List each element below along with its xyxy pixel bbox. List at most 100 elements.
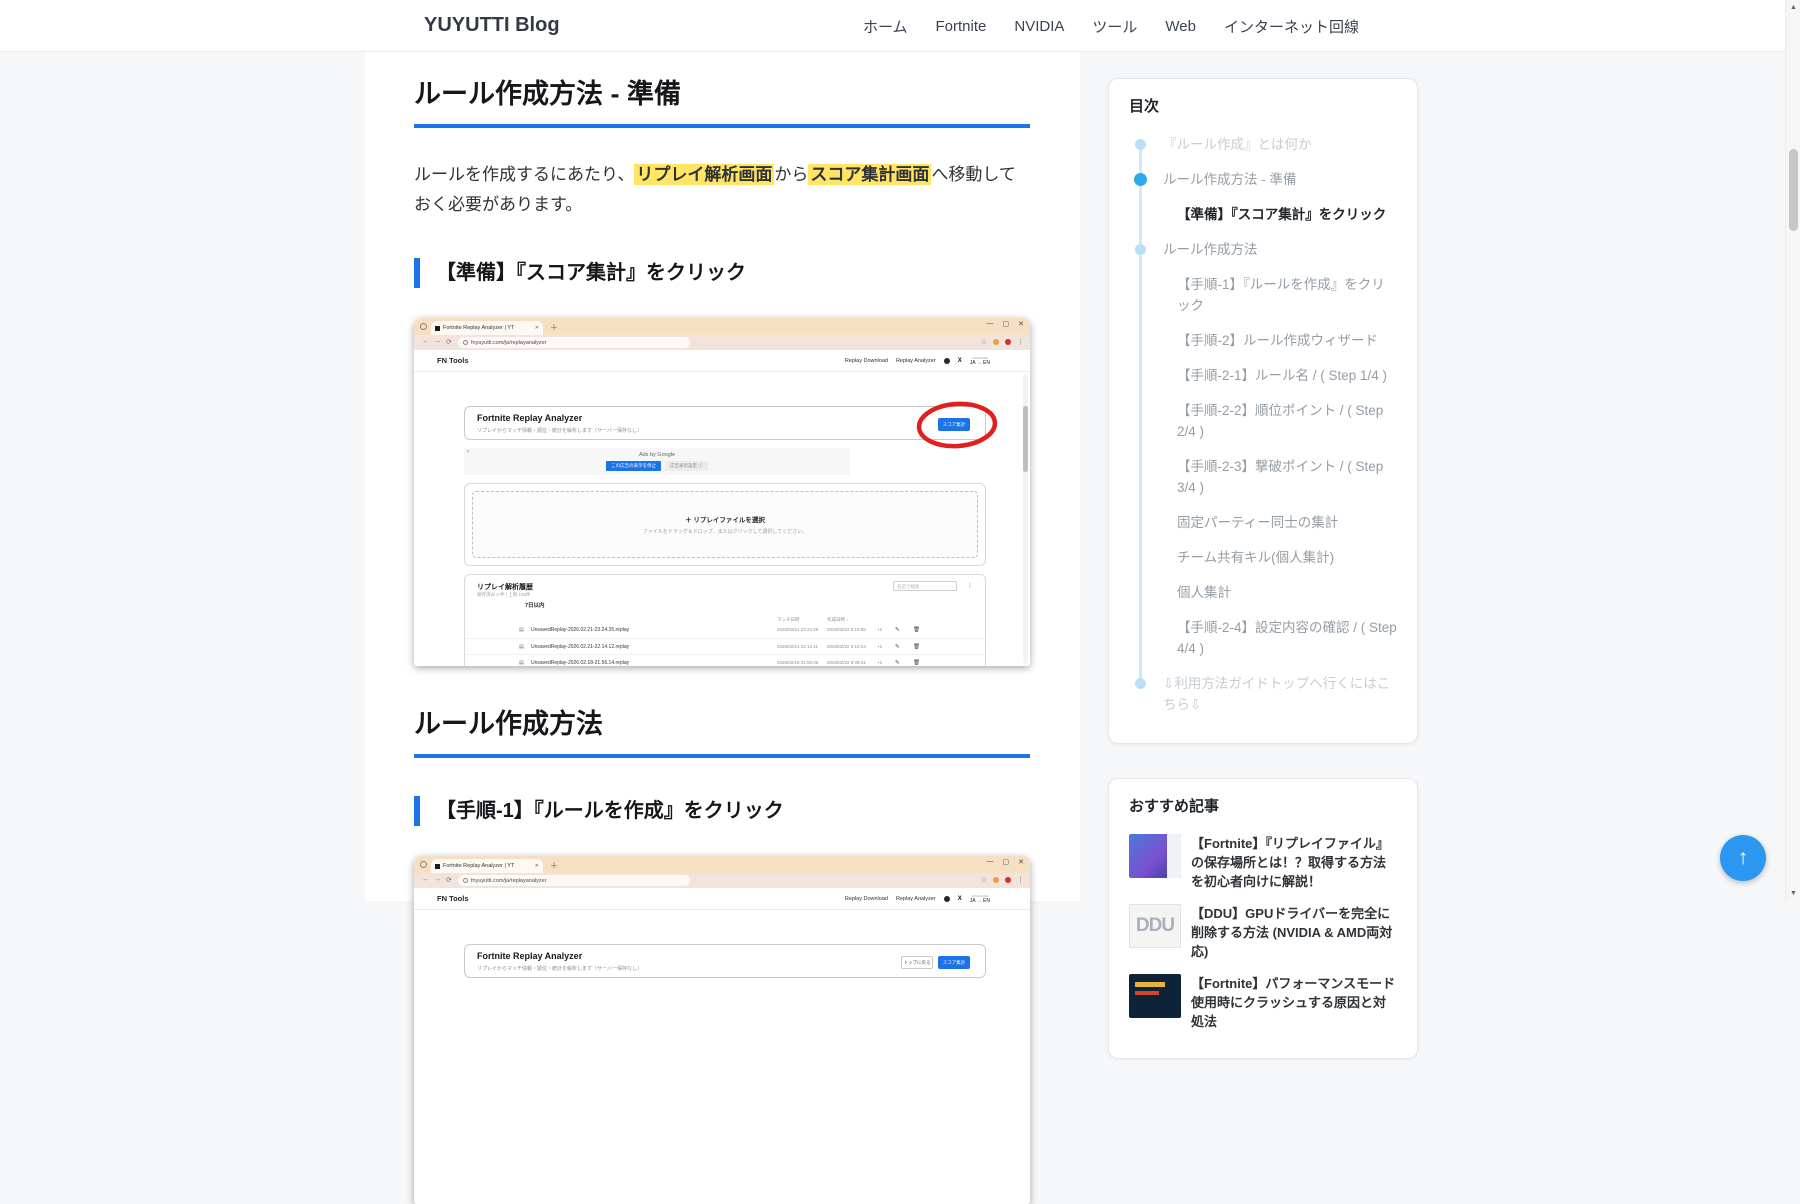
x-social-icon: X: [958, 896, 962, 902]
maximize-icon: ▢: [1003, 320, 1010, 328]
browser-url-bar: ← → ⟳ fnyuyutti.com/ja/replayanalyzer ☆ …: [414, 873, 1030, 888]
ad-label: Ads by Google: [464, 452, 850, 458]
history-row: ▤ UnsavedReplay-2026.02.21-23.24.35.repl…: [465, 622, 985, 638]
toc-item[interactable]: 『ルール作成』とは何か: [1129, 134, 1397, 155]
replay-file-name: UnsavedReplay-2026.02.21-23.24.35.replay: [531, 627, 629, 633]
toc-item[interactable]: 【手順-2-2】順位ポイント / ( Step 2/4 ): [1129, 400, 1397, 442]
tab-title: Fortnite Replay Analyzer | YT: [443, 325, 532, 331]
step-heading-prep-click: 【準備】『スコア集計』をクリック: [414, 258, 1030, 288]
toc-item[interactable]: 【手順-2-3】撃破ポイント / ( Step 3/4 ): [1129, 456, 1397, 498]
created-date: 2026/02/22 5:10:14: [827, 644, 866, 649]
url-text: fnyuyutti.com/ja/replayanalyzer: [471, 340, 547, 346]
url-text: fnyuyutti.com/ja/replayanalyzer: [471, 878, 547, 884]
history-row: ▤ UnsavedReplay-2026.02.21-22.14.12.repl…: [465, 638, 985, 654]
replay-file-name: UnsavedReplay-2026.02.18-21.56.14.replay: [531, 660, 629, 666]
language-switcher: LANGUAGE JA → EN: [970, 895, 990, 904]
nav-internet[interactable]: インターネット回線: [1224, 16, 1359, 37]
site-info-icon: [463, 340, 468, 345]
article-column: ルール作成方法 - 準備 ルールを作成するにあたり、リプレイ解析画面からスコア集…: [365, 52, 1080, 901]
back-icon: ←: [422, 876, 429, 883]
toc-item-active[interactable]: ルール作成方法 - 準備: [1129, 169, 1397, 190]
tab-title: Fortnite Replay Analyzer | YT: [443, 863, 532, 869]
row-badge: +1: [877, 627, 882, 632]
replay-upload-card: ＋ リプレイファイルを選択 ファイルをドラッグ＆ドロップ、またはクリックして選択…: [464, 483, 986, 566]
close-icon: ✕: [1018, 858, 1024, 866]
history-search-input: [893, 581, 957, 591]
recommended-title: おすすめ記事: [1129, 795, 1397, 816]
recommended-article[interactable]: 【Fortnite】『リプレイファイル』の保存場所とは！？取得する方法を初心者向…: [1129, 834, 1397, 891]
toc-item[interactable]: 固定パーティー同士の集計: [1129, 512, 1397, 533]
embedded-scrollbar-thumb: [1023, 406, 1028, 472]
scrollbar-up-icon[interactable]: ▲: [1786, 0, 1800, 15]
new-tab-icon: ＋: [550, 860, 558, 871]
tab-favicon-icon: [435, 864, 440, 869]
toc-item[interactable]: ルール作成方法: [1129, 239, 1397, 260]
browser-tab: Fortnite Replay Analyzer | YT ✕: [431, 321, 543, 335]
analyzer-page: FN Tools Replay Download Replay Analyzer…: [414, 888, 1030, 1204]
fn-tools-logo: FN Tools: [437, 894, 469, 903]
nav-tools[interactable]: ツール: [1092, 16, 1137, 37]
toc-item[interactable]: 【手順-2】ルール作成ウィザード: [1129, 330, 1397, 351]
scrollbar-thumb[interactable]: [1789, 149, 1798, 231]
analyzer-title: Fortnite Replay Analyzer: [477, 413, 582, 423]
section-heading-method: ルール作成方法: [414, 702, 1030, 758]
history-group-label: 7日以内: [525, 601, 545, 609]
scroll-to-top-button[interactable]: ↑: [1720, 835, 1766, 881]
analyzer-site-nav: Replay Download Replay Analyzer X LANGUA…: [845, 888, 990, 910]
nav-nvidia[interactable]: NVIDIA: [1014, 18, 1064, 35]
page-scrollbar[interactable]: ▲ ▼: [1785, 0, 1800, 901]
back-to-top-button: トップに戻る: [901, 956, 933, 969]
recommended-card: おすすめ記事 【Fortnite】『リプレイファイル』の保存場所とは！？取得する…: [1108, 778, 1418, 1059]
forward-icon: →: [434, 338, 441, 345]
link-replay-download: Replay Download: [845, 358, 888, 364]
url-bar-actions: ☆ ⋮: [981, 876, 1024, 884]
browser-menu-icon: ⋮: [1017, 338, 1024, 346]
extension-icon: [993, 339, 999, 345]
screenshot-create-rule[interactable]: Fortnite Replay Analyzer | YT ✕ ＋ — ▢ ✕ …: [414, 856, 1030, 1204]
nav-web[interactable]: Web: [1165, 18, 1196, 35]
toc-item[interactable]: 【手順-2-1】ルール名 / ( Step 1/4 ): [1129, 365, 1397, 386]
history-title: リプレイ解析履歴: [477, 582, 533, 592]
section-heading-preparation: ルール作成方法 - 準備: [414, 72, 1030, 128]
reload-icon: ⟳: [446, 876, 452, 884]
replay-history-card: リプレイ解析履歴 保存済み 3 件 / 上限 100件 ⋮ 7日以内 マッチ日時…: [464, 574, 986, 666]
link-replay-download: Replay Download: [845, 896, 888, 902]
history-row: ▤ UnsavedReplay-2026.02.18-21.56.14.repl…: [465, 654, 985, 666]
browser-tab: Fortnite Replay Analyzer | YT ✕: [431, 859, 543, 873]
recommended-article[interactable]: DDU 【DDU】GPUドライバーを完全に削除する方法 (NVIDIA & AM…: [1129, 904, 1397, 961]
toc-item[interactable]: 個人集計: [1129, 582, 1397, 603]
paragraph-text: から: [774, 165, 808, 184]
browser-url-bar: ← → ⟳ fnyuyutti.com/ja/replayanalyzer ☆ …: [414, 335, 1030, 350]
toc-item-guide-link[interactable]: ⇩利用方法ガイドトップへ行くにはこちら⇩: [1129, 673, 1397, 715]
window-controls: — ▢ ✕: [987, 320, 1025, 328]
match-date: 2026/02/21 22:14:11: [777, 644, 818, 649]
site-logo[interactable]: YUYUTTI Blog: [424, 14, 560, 37]
back-icon: ←: [422, 338, 429, 345]
recommended-article[interactable]: 【Fortnite】パフォーマンスモード使用時にクラッシュする原因と対処法: [1129, 974, 1397, 1031]
toc-item[interactable]: 【手順-1】『ルールを作成』をクリック: [1129, 274, 1397, 316]
analyzer-site-header: FN Tools Replay Download Replay Analyzer…: [414, 350, 1030, 372]
sidebar: 目次 『ルール作成』とは何か ルール作成方法 - 準備 【準備】『スコア集計』を…: [1108, 78, 1418, 1059]
toc-list: 『ルール作成』とは何か ルール作成方法 - 準備 【準備】『スコア集計』をクリッ…: [1129, 134, 1397, 715]
analyzer-subtitle: リプレイからマッチ情報・順位・統計を解析します（サーバー保存なし）: [477, 965, 642, 972]
nav-home[interactable]: ホーム: [863, 16, 908, 37]
history-subtitle: 保存済み 3 件 / 上限 100件: [477, 592, 531, 598]
trash-icon: 🗑: [913, 627, 920, 633]
ad-settings-button: 広告表示設定 ⓘ: [665, 461, 708, 471]
toc-item[interactable]: 【手順-2-4】設定内容の確認 / ( Step 4/4 ): [1129, 617, 1397, 659]
trash-icon: 🗑: [913, 660, 920, 666]
score-aggregation-button: スコア集計: [938, 956, 970, 969]
dropzone-hint: ファイルをドラッグ＆ドロップ、またはクリックして選択してください。: [643, 528, 807, 535]
scrollbar-down-icon[interactable]: ▼: [1786, 886, 1800, 901]
screenshot-score-button-circled[interactable]: Fortnite Replay Analyzer | YT ✕ ＋ — ▢ ✕ …: [414, 318, 1030, 666]
tab-close-icon: ✕: [535, 325, 539, 331]
history-menu-icon: ⋮: [967, 582, 973, 589]
analyzer-site-nav: Replay Download Replay Analyzer X LANGUA…: [845, 350, 990, 372]
nav-fortnite[interactable]: Fortnite: [936, 18, 987, 35]
toc-item-current[interactable]: 【準備】『スコア集計』をクリック: [1129, 204, 1397, 225]
reload-icon: ⟳: [446, 338, 452, 346]
tab-search-icon: [420, 323, 427, 330]
toc-item[interactable]: チーム共有キル(個人集計): [1129, 547, 1397, 568]
tab-close-icon: ✕: [535, 863, 539, 869]
article-thumbnail-ddu: DDU: [1129, 904, 1181, 948]
